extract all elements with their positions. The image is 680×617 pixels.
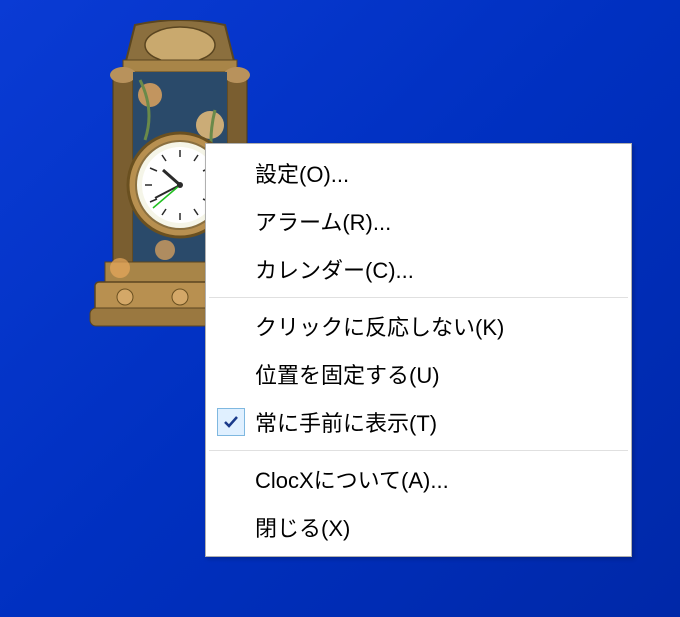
menu-label: 常に手前に表示(T) — [255, 406, 437, 438]
menu-item-always-on-top[interactable]: 常に手前に表示(T) — [209, 398, 628, 446]
menu-item-lock-position[interactable]: 位置を固定する(U) — [209, 350, 628, 398]
menu-separator — [209, 297, 628, 298]
menu-label: 閉じる(X) — [255, 511, 350, 543]
menu-item-about[interactable]: ClocXについて(A)... — [209, 455, 628, 503]
menu-label: 位置を固定する(U) — [255, 358, 440, 390]
menu-item-calendar[interactable]: カレンダー(C)... — [209, 245, 628, 293]
menu-item-no-click-response[interactable]: クリックに反応しない(K) — [209, 302, 628, 350]
menu-label: アラーム(R)... — [255, 205, 391, 237]
menu-label: クリックに反応しない(K) — [255, 310, 504, 342]
menu-item-alarm[interactable]: アラーム(R)... — [209, 197, 628, 245]
menu-label: カレンダー(C)... — [255, 253, 414, 285]
context-menu: 設定(O)... アラーム(R)... カレンダー(C)... クリックに反応し… — [205, 143, 632, 557]
check-icon — [217, 408, 245, 436]
menu-item-settings[interactable]: 設定(O)... — [209, 149, 628, 197]
menu-label: ClocXについて(A)... — [255, 463, 449, 495]
menu-label: 設定(O)... — [255, 157, 349, 189]
menu-separator — [209, 450, 628, 451]
menu-item-close[interactable]: 閉じる(X) — [209, 503, 628, 551]
